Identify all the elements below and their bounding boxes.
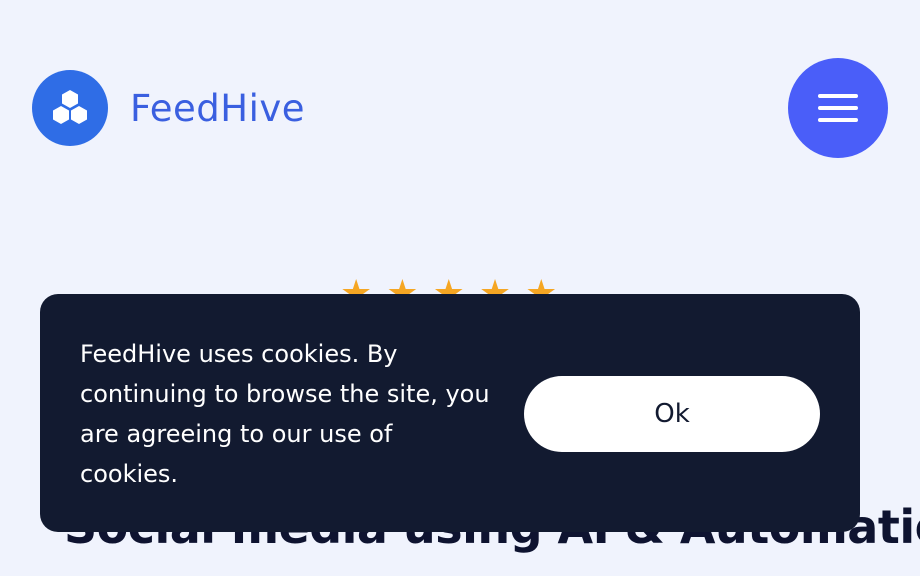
- menu-button[interactable]: [788, 58, 888, 158]
- brand-name: FeedHive: [130, 86, 306, 130]
- cookie-ok-button[interactable]: Ok: [524, 376, 820, 452]
- hamburger-menu-icon: [818, 106, 858, 110]
- cookie-message: FeedHive uses cookies. By continuing to …: [80, 340, 490, 488]
- hexagon-cluster-icon: [32, 70, 108, 146]
- logo-link[interactable]: FeedHive: [32, 70, 305, 146]
- hamburger-menu-icon: [818, 118, 858, 122]
- cookie-banner: FeedHive uses cookies. By continuing to …: [40, 294, 860, 532]
- hamburger-menu-icon: [818, 94, 858, 98]
- page: FeedHive ★ ★ ★ ★ ★ Social media using AI…: [0, 0, 920, 576]
